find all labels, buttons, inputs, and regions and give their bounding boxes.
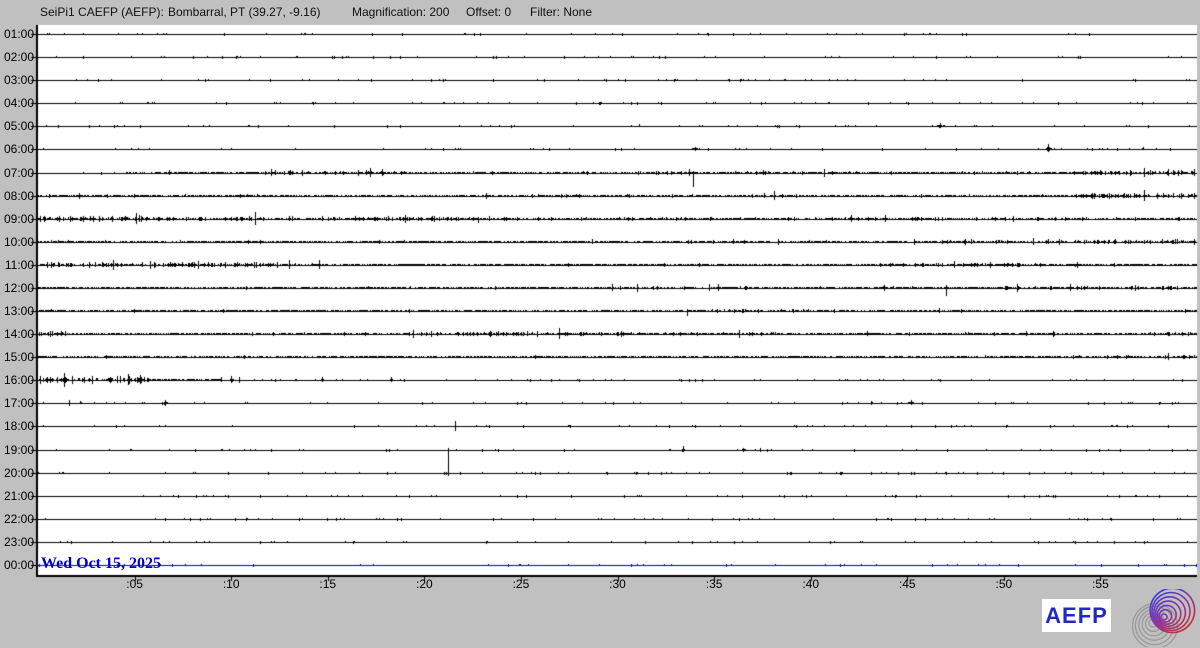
hour-label: 22:00 <box>3 511 34 526</box>
minute-label: :05 <box>126 577 143 591</box>
station-location-label: Bombarral, PT (39.27, -9.16) <box>168 5 321 19</box>
minute-label: :55 <box>1092 577 1109 591</box>
hour-label: 16:00 <box>3 373 34 388</box>
hour-label: 12:00 <box>3 280 34 295</box>
seismic-ripple-logo-icon <box>1131 589 1196 647</box>
minute-label: :45 <box>898 577 916 591</box>
hour-label: 08:00 <box>3 188 34 203</box>
helicorder-app: SeiPi1 CAEFP (AEFP): Bombarral, PT (39.2… <box>0 0 1200 648</box>
station-id-label: SeiPi1 CAEFP (AEFP): <box>40 5 164 19</box>
hour-label: 02:00 <box>3 50 34 65</box>
minute-label: :20 <box>415 577 433 591</box>
hour-label: 10:00 <box>3 234 34 249</box>
hour-label: 04:00 <box>3 96 34 111</box>
minute-label: :50 <box>995 577 1013 591</box>
hour-label: 06:00 <box>3 142 34 157</box>
minute-label: :35 <box>705 577 723 591</box>
aefp-logo-box: AEFP <box>1042 599 1111 632</box>
hour-label: 01:00 <box>3 27 34 41</box>
hour-label: 03:00 <box>3 73 34 88</box>
seismogram-canvas <box>0 0 1200 648</box>
hour-label: 20:00 <box>3 465 34 480</box>
hour-label: 11:00 <box>4 257 34 272</box>
hour-label: 05:00 <box>3 119 34 134</box>
minute-label: :40 <box>802 577 819 591</box>
hour-label: 07:00 <box>3 165 34 180</box>
hour-label: 17:00 <box>3 396 34 411</box>
offset-label: Offset: 0 <box>466 5 512 19</box>
hour-label: 14:00 <box>3 327 34 342</box>
date-label: Wed Oct 15, 2025 <box>41 555 161 572</box>
hour-label: 19:00 <box>3 442 34 457</box>
hour-label: 21:00 <box>3 488 34 503</box>
hour-label: 00:00 <box>3 558 34 572</box>
hour-label: 23:00 <box>3 534 34 549</box>
minute-label: :25 <box>512 577 530 591</box>
minute-label: :15 <box>319 577 337 591</box>
filter-label: Filter: None <box>530 5 593 19</box>
minute-label: :10 <box>222 577 240 591</box>
hour-label: 13:00 <box>3 304 34 319</box>
hour-label: 15:00 <box>3 350 34 365</box>
aefp-logo-text: AEFP <box>1045 602 1108 628</box>
hour-label: 18:00 <box>3 419 34 434</box>
minute-label: :30 <box>609 577 626 591</box>
magnification-label: Magnification: 200 <box>352 5 450 19</box>
hour-label: 09:00 <box>3 211 34 226</box>
